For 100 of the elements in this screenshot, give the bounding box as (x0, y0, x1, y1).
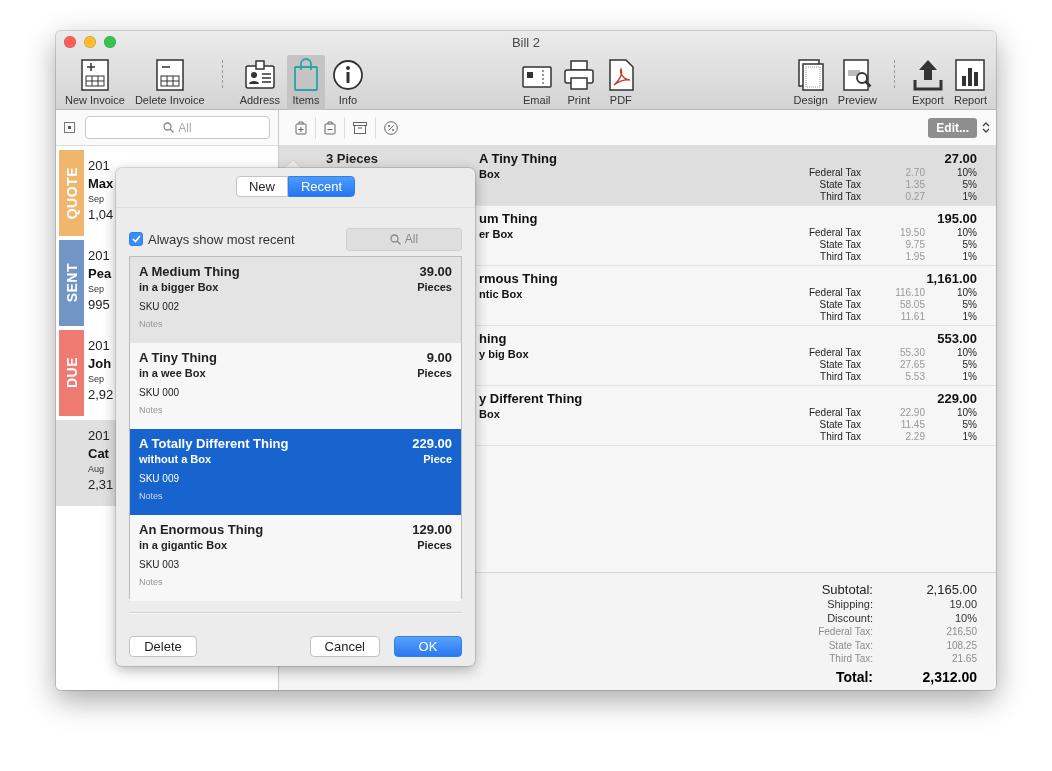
item-notes: Notes (139, 491, 164, 501)
window-title: Bill 2 (511, 34, 541, 50)
tax-name: Federal Tax (808, 287, 861, 299)
item-subtitle: Box (479, 408, 501, 420)
add-item-icon[interactable] (295, 120, 307, 135)
item-title: rmous Thing (479, 271, 559, 286)
close-button[interactable] (64, 36, 76, 48)
total-value: 21.65 (950, 652, 977, 666)
item-subtitle: in a wee Box (139, 366, 207, 381)
toolbar-button[interactable]: Email (517, 55, 556, 110)
toolbar-button[interactable]: Preview (834, 55, 880, 110)
tax-name: Third Tax (819, 371, 861, 383)
item-subtitle: without a Box (139, 452, 213, 467)
total-value: 2,165.00 (925, 581, 977, 598)
toolbar-button[interactable]: Export (908, 55, 947, 110)
item-sku: SKU 002 (139, 300, 181, 313)
item-title: hing (479, 331, 508, 346)
invoice-amount: 1,04 (88, 207, 114, 222)
tax-name: State Tax (818, 419, 861, 431)
invoice-number: 201 (88, 338, 111, 353)
tax-amount: 5.53 (904, 371, 925, 383)
tax-name: State Tax (818, 239, 861, 251)
item-notes: Notes (139, 405, 164, 415)
invoice-number: 201 (88, 428, 111, 443)
toolbar-button[interactable]: Delete Invoice (131, 55, 208, 110)
toolbar-button[interactable]: Items (287, 55, 325, 110)
tax-rate: 5% (961, 179, 977, 191)
toolbar-button[interactable]: Design (790, 55, 831, 110)
tax-amount: 11.45 (899, 419, 925, 431)
recent-item[interactable]: A Medium Thing in a bigger Box SKU 002 Notes 39.00 Pieces (130, 257, 461, 343)
tax-rate: 10% (956, 167, 977, 179)
segment-tab[interactable]: New (235, 176, 288, 197)
tax-name: State Tax (818, 299, 861, 311)
item-unit: Piece (423, 452, 452, 467)
tax-name: State Tax (818, 359, 861, 371)
toolbar-button[interactable]: Report (950, 55, 990, 110)
item-sku: SKU 003 (139, 558, 181, 571)
item-sku: SKU 009 (139, 472, 181, 485)
tax-rate: 1% (961, 311, 977, 323)
invoice-number: 201 (88, 158, 111, 173)
item-notes: Notes (139, 319, 164, 329)
tax-rate: 5% (961, 299, 977, 311)
tax-rate: 5% (961, 359, 977, 371)
zoom-button[interactable] (104, 36, 116, 48)
dialog-button[interactable]: Delete (129, 636, 197, 657)
tax-name: Federal Tax (808, 227, 861, 239)
item-unit: Pieces (417, 538, 452, 553)
archive-box-icon[interactable] (353, 121, 367, 134)
item-subtitle: ntic Box (479, 288, 524, 300)
tax-name: State Tax (818, 179, 861, 191)
tax-rate: 1% (961, 191, 977, 203)
item-title: An Enormous Thing (139, 521, 265, 538)
toolbar-button[interactable]: Info (329, 55, 367, 110)
item-price: 39.00 (419, 263, 452, 280)
tax-amount: 11.61 (899, 311, 925, 323)
tax-rate: 10% (956, 347, 977, 359)
invoice-icon (153, 58, 186, 92)
toolbar-button[interactable]: Address (236, 55, 283, 110)
total-label: Shipping: (826, 598, 873, 612)
item-amount: 195.00 (937, 211, 977, 226)
tax-name: Third Tax (819, 191, 861, 203)
tax-rate: 10% (956, 287, 977, 299)
tax-rate: 5% (961, 419, 977, 431)
tax-name: Third Tax (819, 311, 861, 323)
tax-amount: 22.90 (898, 407, 925, 419)
item-subtitle: er Box (479, 228, 515, 240)
chevron-updown-icon[interactable] (982, 121, 990, 134)
dialog-button[interactable]: Cancel (309, 636, 380, 657)
item-price: 129.00 (412, 521, 452, 538)
remove-item-icon[interactable] (324, 120, 336, 135)
invoice-number: 201 (88, 248, 111, 263)
tax-amount: 9.75 (904, 239, 925, 251)
recent-item[interactable]: A Totally Different Thing without a Box SKU 009 Notes 229.00 Piece (130, 429, 461, 515)
printer-icon (562, 58, 595, 92)
item-sku: SKU 000 (139, 386, 181, 399)
toolbar-button[interactable]: New Invoice (62, 55, 128, 110)
status-tab: QUOTE (59, 150, 84, 236)
total-value: 10% (953, 611, 977, 625)
checkbox[interactable] (129, 232, 143, 246)
toolbar-button[interactable]: Print (559, 55, 598, 110)
item-subtitle: in a gigantic Box (139, 538, 228, 553)
tax-amount: 58.05 (898, 299, 925, 311)
item-unit: Pieces (417, 280, 452, 295)
item-quantity: 3 Pieces (326, 151, 379, 166)
tax-amount: 2.29 (904, 431, 925, 443)
item-title: um Thing (479, 211, 539, 226)
tax-name: Third Tax (819, 431, 861, 443)
total-value: 108.25 (945, 638, 977, 652)
percent-icon[interactable] (384, 120, 398, 135)
invoice-date: Sep (88, 374, 105, 384)
toolbar-button[interactable]: PDF (601, 55, 640, 110)
total-label: Third Tax: (828, 652, 873, 666)
magnifier-document-icon (841, 58, 874, 92)
invoice-amount: 2,92 (88, 387, 114, 402)
item-amount: 553.00 (937, 331, 977, 346)
tax-amount: 2.70 (904, 167, 925, 179)
tax-amount: 1.95 (904, 251, 925, 263)
info-icon (332, 58, 364, 92)
checkmark-icon (131, 235, 141, 243)
tax-amount: 0.27 (904, 191, 925, 203)
